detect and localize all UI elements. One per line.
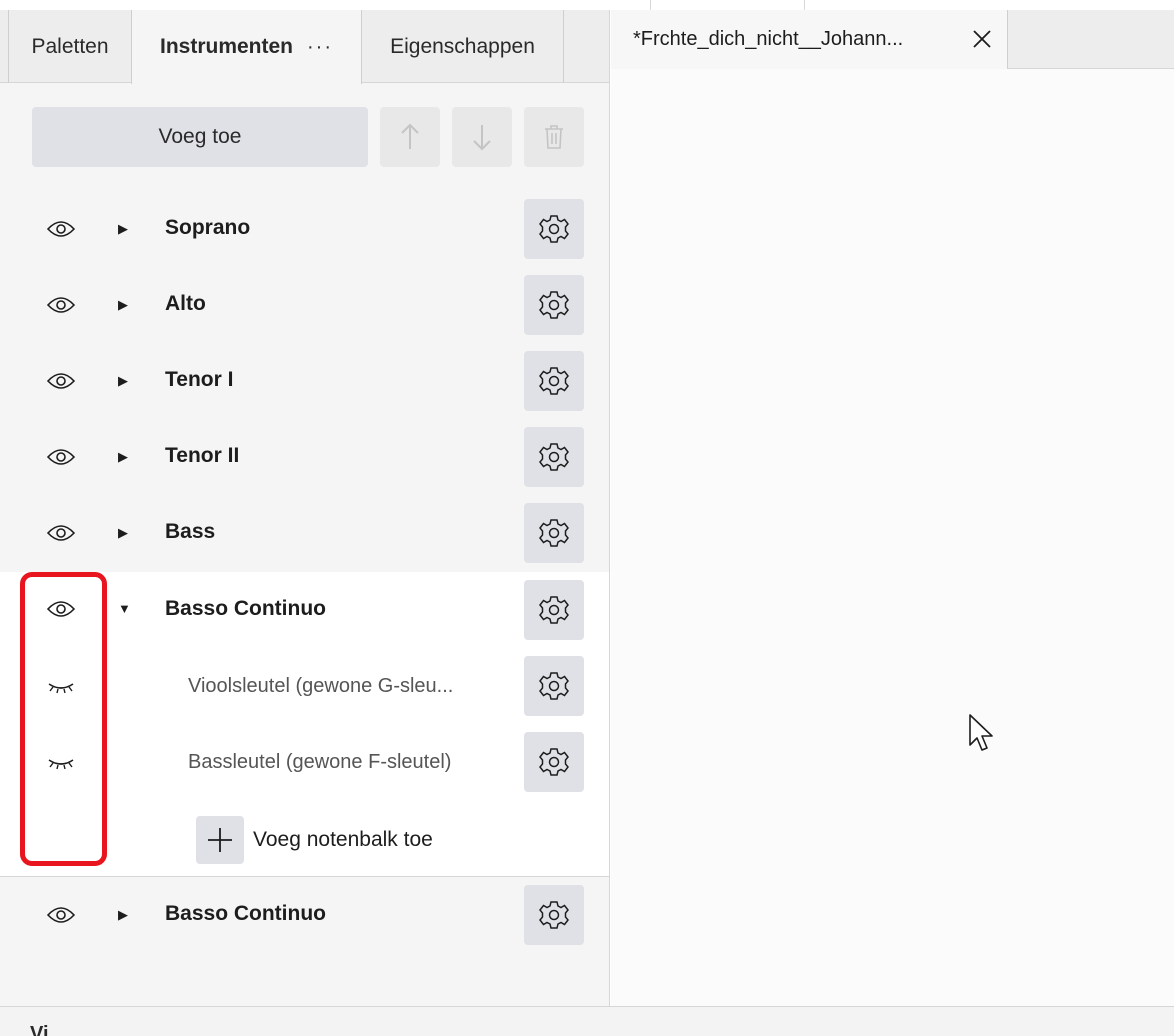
- tab-paletten[interactable]: Paletten: [8, 10, 131, 83]
- tab-label: Instrumenten: [160, 35, 294, 58]
- add-instrument-button[interactable]: Voeg toe: [32, 107, 368, 167]
- staff-row-bass-clef[interactable]: Bassleutel (gewone F-sleutel): [0, 724, 609, 800]
- instruments-panel: Paletten Instrumenten ··· Eigenschappen …: [0, 10, 610, 1006]
- instrument-label: Alto: [165, 292, 206, 315]
- document-tab-title: *Frchte_dich_nicht__Johann...: [633, 28, 904, 50]
- document-tab-bar: *Frchte_dich_nicht__Johann...: [611, 10, 1174, 69]
- gear-icon: [539, 672, 569, 700]
- instrument-settings-button[interactable]: [524, 199, 584, 259]
- gear-icon: [539, 901, 569, 929]
- gear-icon: [539, 519, 569, 547]
- eye-closed-icon[interactable]: [44, 748, 78, 776]
- instruments-toolbar: Voeg toe: [0, 107, 609, 168]
- staff-label: Bassleutel (gewone F-sleutel): [188, 751, 452, 773]
- instrument-row-tenor-ii[interactable]: ▶ Tenor II: [0, 419, 609, 495]
- move-up-button[interactable]: [380, 107, 440, 167]
- plus-icon: [208, 828, 232, 852]
- instrument-label: Bass: [165, 520, 216, 543]
- score-canvas[interactable]: [611, 69, 1174, 1006]
- instrument-row-basso-continuo-2[interactable]: ▶ Basso Continuo: [0, 877, 609, 953]
- gear-icon: [539, 291, 569, 319]
- staff-row-treble-clef[interactable]: Vioolsleutel (gewone G-sleu...: [0, 648, 609, 724]
- instrument-label: Soprano: [165, 216, 251, 239]
- arrow-up-icon: [401, 123, 419, 149]
- move-down-button[interactable]: [452, 107, 512, 167]
- add-button-label: Voeg toe: [158, 125, 242, 148]
- divider: [650, 0, 651, 10]
- tab-eigenschappen[interactable]: Eigenschappen: [362, 10, 564, 83]
- eye-icon[interactable]: [44, 595, 78, 623]
- expand-arrow-icon[interactable]: ▶: [118, 221, 128, 237]
- gear-icon: [539, 596, 569, 624]
- expand-arrow-icon[interactable]: ▶: [118, 297, 128, 313]
- document-tab[interactable]: *Frchte_dich_nicht__Johann...: [611, 10, 1008, 69]
- instrument-row-soprano[interactable]: ▶ Soprano: [0, 191, 609, 267]
- instrument-label: Basso Continuo: [165, 597, 326, 620]
- divider: [804, 0, 805, 10]
- staff-settings-button[interactable]: [524, 656, 584, 716]
- eye-icon[interactable]: [44, 291, 78, 319]
- delete-button[interactable]: [524, 107, 584, 167]
- eye-closed-icon[interactable]: [44, 672, 78, 700]
- tab-label: Paletten: [31, 34, 109, 58]
- staff-label: Vioolsleutel (gewone G-sleu...: [188, 675, 454, 697]
- arrow-down-icon: [473, 125, 491, 151]
- more-options-icon[interactable]: ···: [307, 36, 333, 59]
- eye-icon[interactable]: [44, 519, 78, 547]
- trash-icon: [545, 125, 563, 149]
- expand-arrow-icon[interactable]: ▶: [118, 525, 128, 541]
- instrument-label: Tenor II: [165, 444, 240, 467]
- instrument-settings-button[interactable]: [524, 275, 584, 335]
- gear-icon: [539, 443, 569, 471]
- expand-arrow-icon[interactable]: ▶: [118, 449, 128, 465]
- add-staff-label[interactable]: Voeg notenbalk toe: [253, 828, 433, 852]
- instrument-row-alto[interactable]: ▶ Alto: [0, 267, 609, 343]
- eye-icon[interactable]: [44, 215, 78, 243]
- instrument-settings-button[interactable]: [524, 351, 584, 411]
- gear-icon: [539, 367, 569, 395]
- top-strip: [0, 0, 1174, 10]
- instrument-label: Tenor I: [165, 368, 234, 391]
- tab-instrumenten[interactable]: Instrumenten ···: [131, 10, 362, 84]
- expand-arrow-icon[interactable]: ▶: [118, 373, 128, 389]
- gear-icon: [539, 215, 569, 243]
- mouse-cursor-icon: [969, 714, 993, 751]
- eye-icon[interactable]: [44, 367, 78, 395]
- instrument-row-basso-continuo[interactable]: ▼ Basso Continuo: [0, 572, 609, 648]
- status-text: Vi: [30, 1023, 49, 1036]
- eye-icon[interactable]: [44, 901, 78, 929]
- gear-icon: [539, 748, 569, 776]
- instrument-settings-button[interactable]: [524, 427, 584, 487]
- close-icon[interactable]: [969, 26, 995, 52]
- instrument-settings-button[interactable]: [524, 503, 584, 563]
- instrument-label: Basso Continuo: [165, 902, 326, 925]
- expand-arrow-icon[interactable]: ▶: [118, 907, 128, 923]
- eye-icon[interactable]: [44, 443, 78, 471]
- tab-label: Eigenschappen: [390, 34, 535, 58]
- instrument-settings-button[interactable]: [524, 580, 584, 640]
- panel-tab-bar: Paletten Instrumenten ··· Eigenschappen: [0, 10, 609, 84]
- status-bar: Vi: [0, 1006, 1174, 1036]
- collapse-arrow-icon[interactable]: ▼: [118, 601, 131, 616]
- instrument-row-bass[interactable]: ▶ Bass: [0, 495, 609, 571]
- instrument-settings-button[interactable]: [524, 885, 584, 945]
- add-staff-button[interactable]: [196, 816, 244, 864]
- instrument-row-tenor-i[interactable]: ▶ Tenor I: [0, 343, 609, 419]
- staff-settings-button[interactable]: [524, 732, 584, 792]
